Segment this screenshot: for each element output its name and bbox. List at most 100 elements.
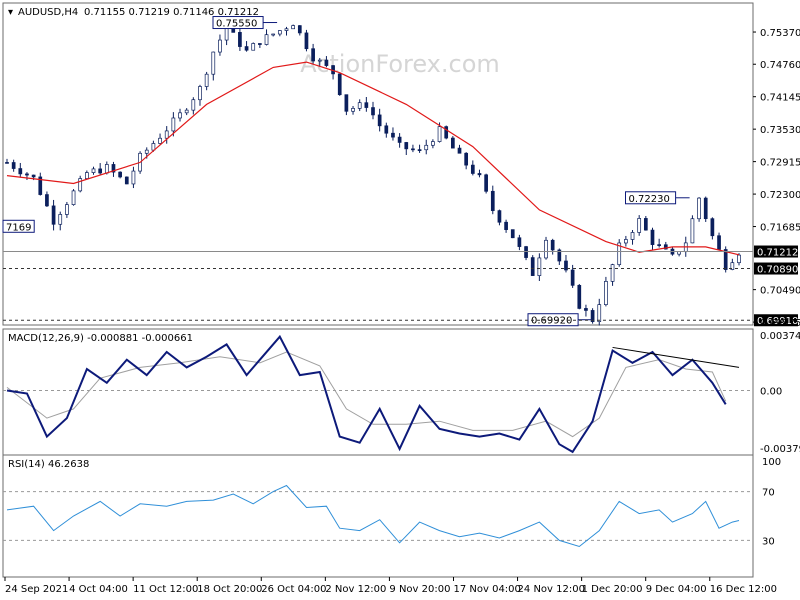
macd-tick-label: 0.003749	[760, 331, 800, 342]
time-tick-label: 2 Nov 12:00	[325, 584, 386, 595]
candle-body	[204, 73, 209, 87]
candle-body	[597, 304, 602, 322]
time-tick-label: 24 Nov 12:00	[518, 584, 585, 595]
candle-body	[18, 168, 23, 175]
price-tick-label: 0.72300	[760, 190, 800, 201]
time-tick-label: 18 Oct 20:00	[197, 584, 262, 595]
candle-body	[211, 51, 216, 75]
candle-body	[424, 144, 429, 151]
candle-body	[417, 149, 422, 151]
candle-body	[11, 162, 16, 169]
candle-body	[224, 27, 229, 41]
candle-body	[497, 210, 502, 223]
candle-body	[510, 229, 515, 239]
candle-body	[470, 164, 475, 174]
candle-body	[637, 218, 642, 233]
candle-body	[584, 308, 588, 311]
candle-body	[91, 168, 96, 173]
candle-body	[477, 173, 482, 176]
candle-body	[490, 190, 495, 211]
time-tick-label: 17 Nov 04:00	[453, 584, 520, 595]
price-tick-label: 0.70490	[760, 286, 800, 297]
chart-header: ▾ AUDUSD,H4 0.71155 0.71219 0.71146 0.71…	[8, 7, 259, 18]
ohlc-values: 0.71155 0.71219 0.71146 0.71212	[84, 7, 259, 18]
symbol-timeframe: AUDUSD,H4	[18, 7, 78, 18]
candle-body	[451, 137, 455, 149]
rsi-tick-label: 100	[762, 457, 781, 468]
price-tick-label: 0.69875	[760, 318, 800, 329]
candle-body	[610, 264, 615, 282]
chart-background	[0, 0, 800, 600]
candle-body	[544, 239, 548, 259]
time-tick-label: 16 Dec 12:00	[710, 584, 777, 595]
candle-body	[391, 132, 395, 138]
candle-body	[258, 43, 262, 45]
candle-body	[317, 59, 322, 62]
candle-body	[444, 126, 449, 139]
time-tick-label: 9 Dec 04:00	[646, 584, 707, 595]
candle-body	[703, 197, 708, 220]
candle-body	[78, 178, 83, 192]
candle-body	[251, 43, 256, 51]
candle-body	[277, 30, 282, 35]
candle-body	[45, 194, 49, 207]
rsi-tick-label: 30	[762, 536, 775, 547]
candle-body	[364, 102, 369, 108]
candle-body	[397, 136, 402, 143]
chart-canvas: ActionForex.com 0.75550 7169 0.72230 0.6992…	[0, 0, 800, 600]
candle-body	[377, 114, 382, 127]
price-tick-label: 0.73530	[760, 125, 800, 136]
candle-body	[164, 130, 169, 139]
candle-body	[411, 148, 415, 151]
candle-body	[65, 204, 69, 215]
candle-body	[51, 205, 56, 225]
candle-body	[131, 170, 136, 185]
candle-body	[25, 173, 29, 176]
candle-body	[457, 147, 462, 154]
price-tick-label: 0.72915	[760, 158, 800, 169]
candle-body	[371, 107, 375, 116]
price-tick-label: 0.71685	[760, 223, 800, 234]
watermark-text: ActionForex.com	[300, 50, 500, 78]
candle-body	[104, 164, 109, 174]
candle-body	[630, 232, 635, 240]
candle-body	[178, 112, 182, 119]
candle-body	[484, 174, 488, 192]
candle-body	[218, 39, 222, 53]
candle-body	[690, 218, 695, 244]
symbol-triangle-icon[interactable]: ▾	[8, 7, 13, 18]
candle-body	[118, 171, 122, 178]
candle-body	[710, 218, 715, 237]
candle-body	[304, 32, 309, 50]
candle-body	[650, 229, 655, 245]
candle-body	[271, 33, 276, 36]
candle-body	[58, 214, 63, 225]
candle-body	[71, 190, 76, 205]
candle-body	[524, 246, 528, 258]
macd-tick-label: -0.003796	[760, 444, 800, 455]
candle-body	[158, 137, 162, 144]
candle-body	[464, 152, 469, 166]
annotation-label: 0.69920	[531, 316, 572, 327]
rsi-tick-label: 70	[762, 488, 775, 499]
annotation-label: 0.75550	[216, 19, 257, 30]
candle-body	[643, 218, 648, 231]
candle-body	[697, 197, 701, 220]
candle-body	[737, 254, 741, 264]
price-tick-label: 0.74760	[760, 60, 800, 71]
candle-body	[570, 269, 575, 286]
candle-body	[144, 149, 149, 154]
time-tick-label: 24 Sep 2021	[5, 584, 68, 595]
candle-body	[517, 237, 522, 247]
time-tick-label: 26 Oct 04:00	[261, 584, 326, 595]
candle-body	[191, 99, 196, 111]
candle-body	[291, 25, 295, 30]
candle-body	[577, 284, 582, 309]
macd-title: MACD(12,26,9) -0.000881 -0.000661	[8, 333, 193, 344]
candle-body	[31, 174, 36, 178]
time-tick-label: 9 Nov 20:00	[389, 584, 450, 595]
candle-body	[244, 46, 249, 51]
price-box-label: 0.70890	[757, 265, 798, 276]
candle-body	[550, 239, 555, 251]
annotation-label: 0.72230	[629, 194, 670, 205]
